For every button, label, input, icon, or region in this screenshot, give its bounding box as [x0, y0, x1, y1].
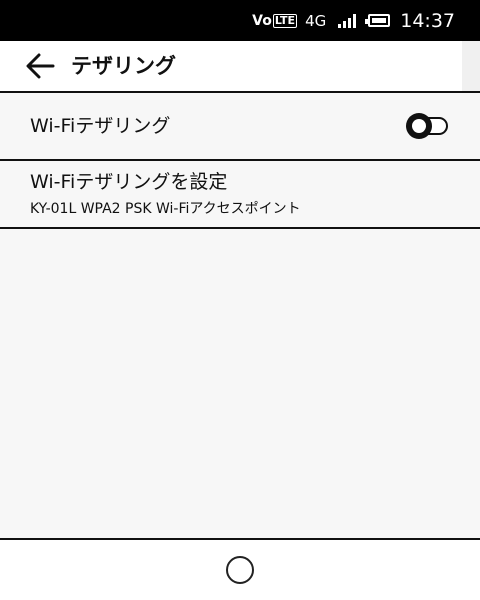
wifi-config-summary: KY-01L WPA2 PSK Wi-Fiアクセスポイント: [30, 201, 301, 217]
wifi-tethering-toggle[interactable]: [406, 113, 452, 139]
volte-prefix: Vo: [252, 12, 272, 29]
wifi-tethering-row[interactable]: Wi-Fiテザリング: [0, 93, 480, 159]
signal-icon: [338, 13, 357, 28]
volte-box: LTE: [272, 13, 298, 28]
page-title: テザリング: [71, 54, 176, 78]
back-button[interactable]: [22, 49, 58, 83]
status-icons: Vo LTE 4G 14:37: [252, 0, 455, 41]
volte-icon: Vo LTE: [252, 12, 298, 29]
wifi-tethering-label: Wi-Fiテザリング: [30, 115, 171, 137]
app-bar: テザリング: [0, 41, 480, 91]
toggle-thumb: [406, 113, 432, 139]
home-circle-icon[interactable]: [226, 556, 254, 584]
status-bar: Vo LTE 4G 14:37: [0, 0, 480, 41]
app-bar-edge: [462, 41, 480, 91]
wifi-config-title: Wi-Fiテザリングを設定: [30, 171, 228, 193]
battery-icon: [365, 14, 391, 27]
wifi-tethering-config-row[interactable]: Wi-Fiテザリングを設定 KY-01L WPA2 PSK Wi-Fiアクセスポ…: [0, 161, 480, 227]
network-type: 4G: [305, 11, 327, 30]
clock: 14:37: [400, 9, 455, 32]
navigation-bar: [0, 538, 480, 600]
arrow-left-icon: [26, 53, 55, 79]
divider: [0, 227, 480, 229]
